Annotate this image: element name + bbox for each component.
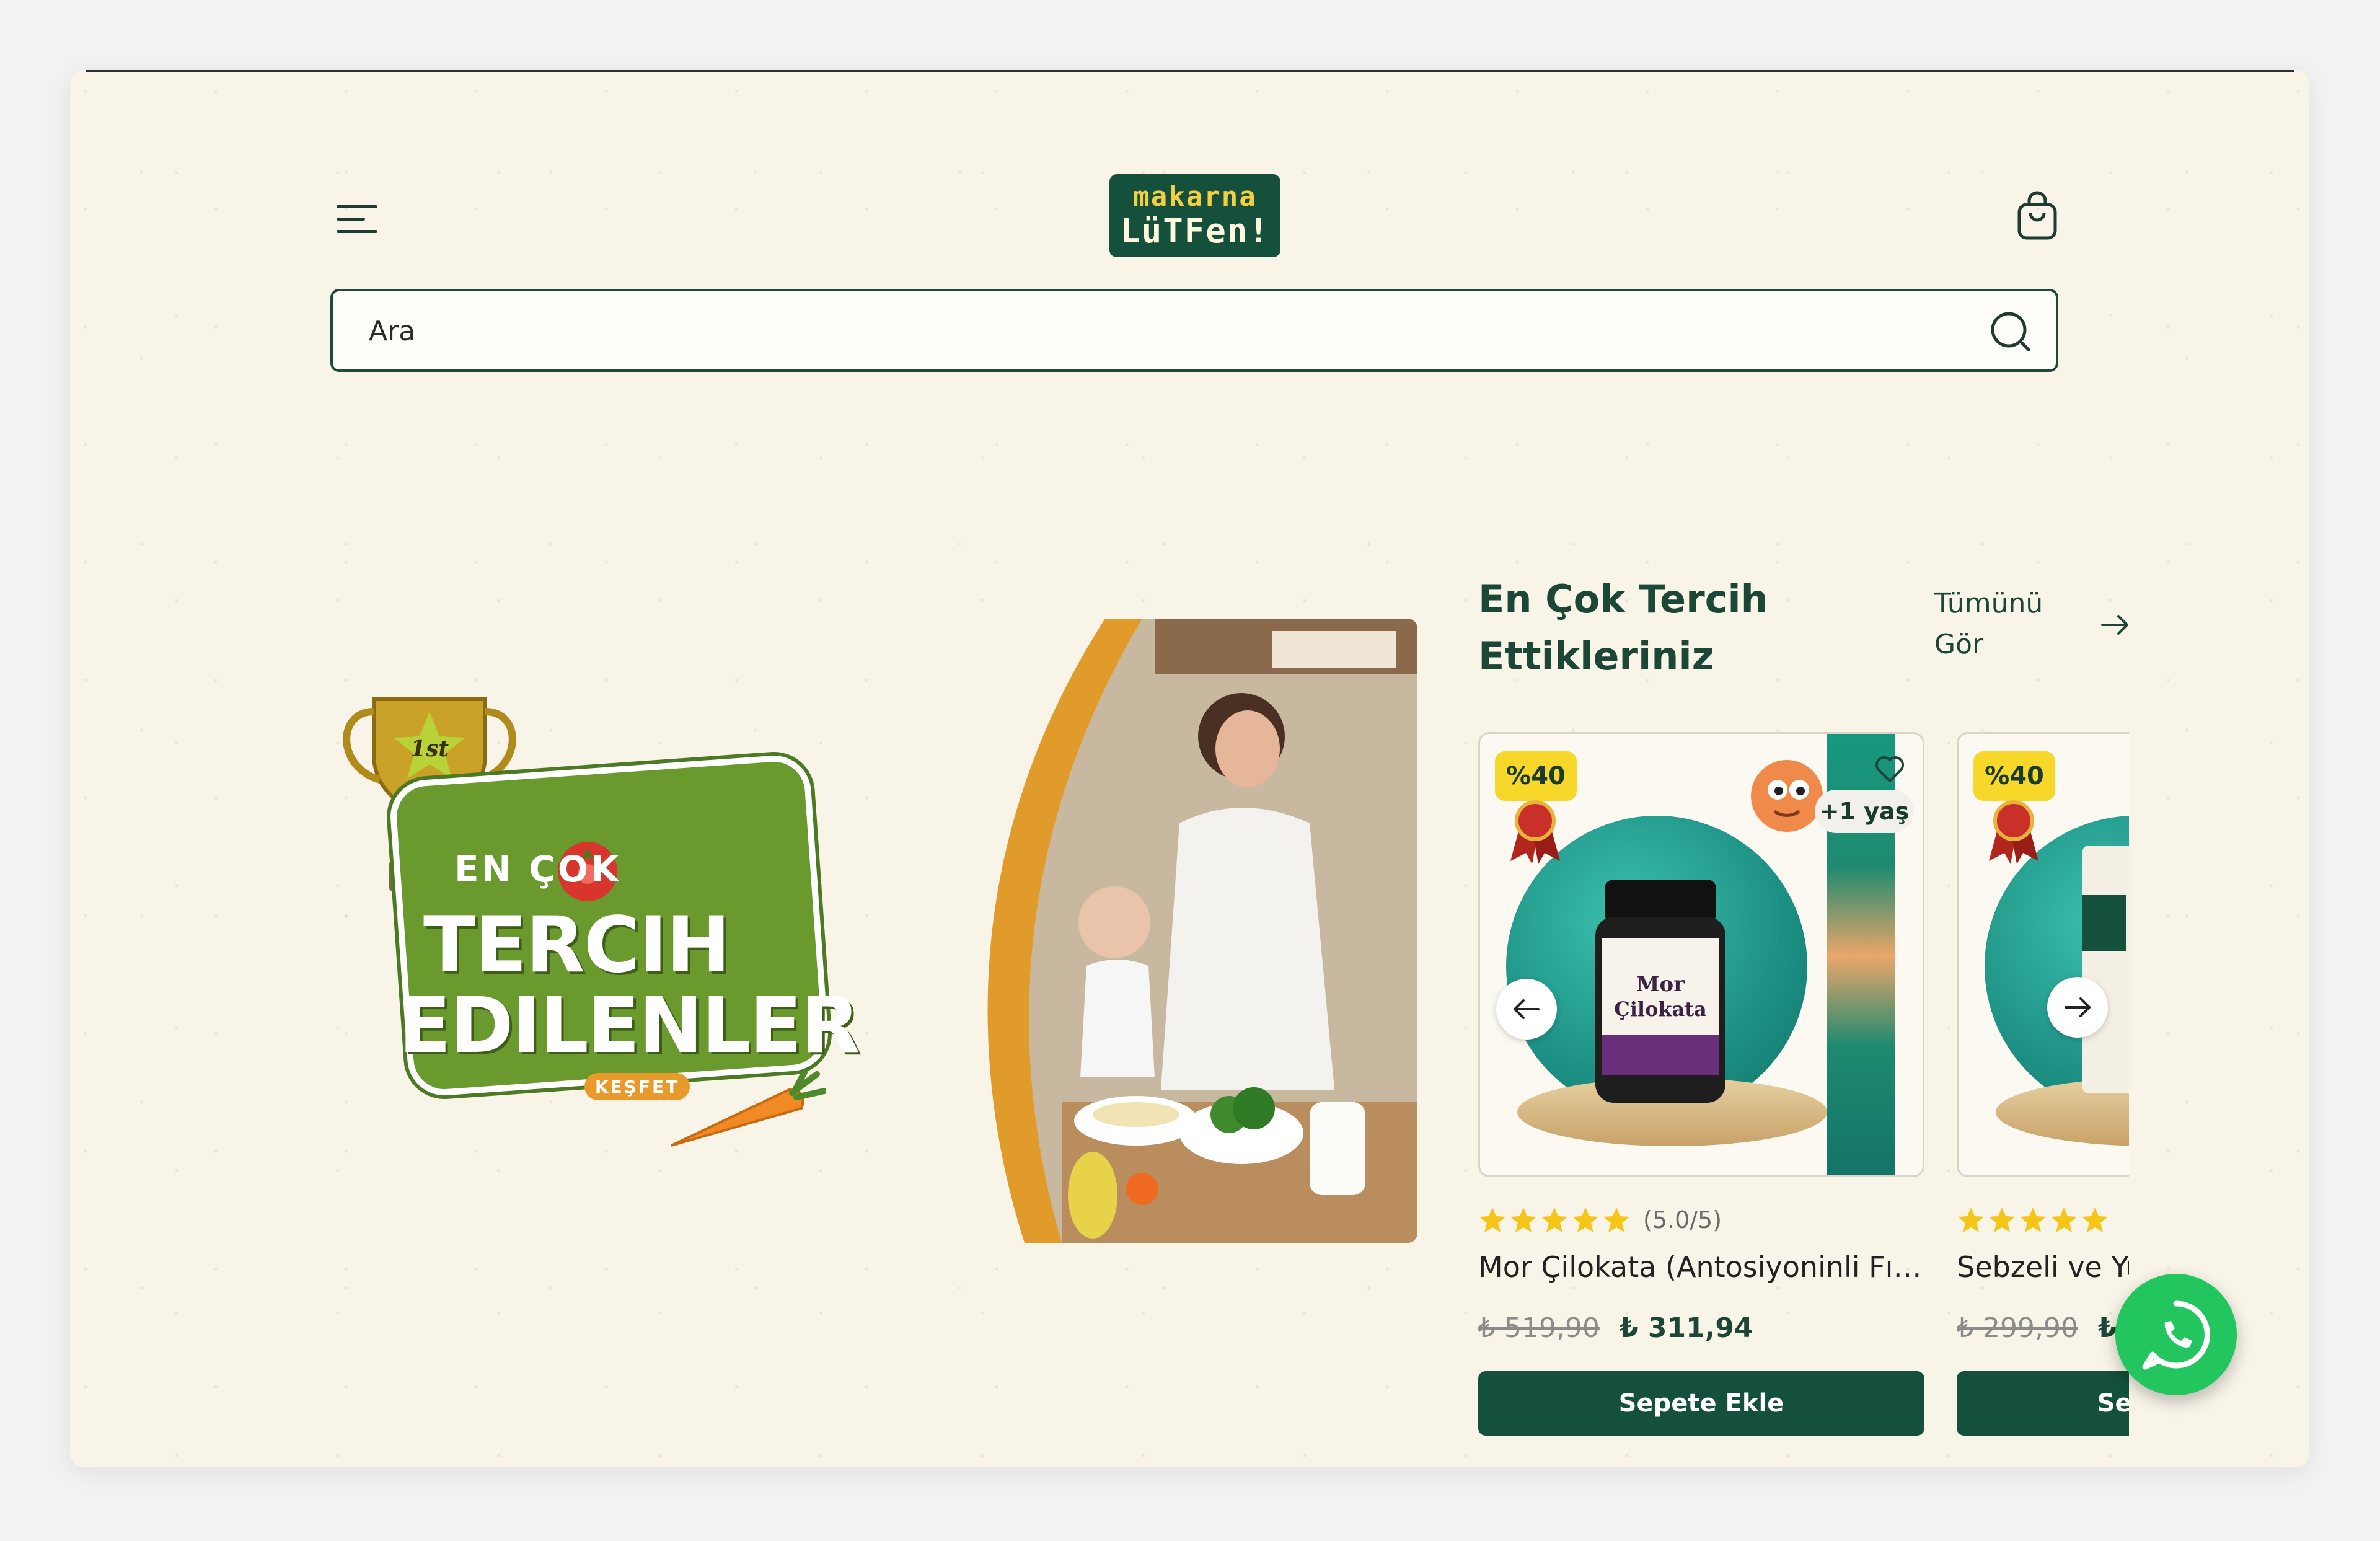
ribbon-icon bbox=[1510, 800, 1560, 864]
site-logo[interactable]: makarna LüTFen! bbox=[1109, 174, 1280, 257]
product-image[interactable]: %40 bbox=[1957, 732, 2129, 1177]
carousel-next-button[interactable] bbox=[2047, 977, 2108, 1038]
see-all-link[interactable]: Tümünü Gör bbox=[1934, 583, 2083, 665]
product-image[interactable]: Mor Çilokata +1 yaş %40 bbox=[1478, 732, 1924, 1177]
star-icon bbox=[1510, 1208, 1536, 1232]
banner-line-2: TERCIH bbox=[423, 901, 731, 990]
add-to-cart-button[interactable]: Sepete Ekle bbox=[1957, 1371, 2129, 1436]
carrot-icon bbox=[671, 1071, 826, 1147]
old-price: ₺ 519,90 bbox=[1478, 1312, 1600, 1344]
product-carousel: Mor Çilokata +1 yaş %40 (5.0/5) Mor Çilo… bbox=[1478, 732, 2129, 1451]
carousel-prev-button[interactable] bbox=[1496, 979, 1557, 1040]
trophy-text: 1st bbox=[410, 736, 449, 762]
whatsapp-icon bbox=[2142, 1300, 2210, 1370]
logo-line-2: LüTFen! bbox=[1120, 211, 1270, 250]
arrow-left-icon bbox=[1514, 999, 1540, 1019]
product-prices: ₺ 519,90 ₺ 311,94 bbox=[1478, 1312, 1924, 1344]
age-badge: +1 yaş bbox=[1815, 790, 1914, 833]
star-icon bbox=[2020, 1208, 2046, 1232]
product-jar: Mor Çilokata bbox=[1595, 880, 1726, 1103]
section-title-line-2: Ettikleriniz bbox=[1478, 634, 1714, 679]
cart-icon[interactable] bbox=[2016, 191, 2059, 242]
promo-banner[interactable]: 1st EN ÇOK TERCIH EDILENLER KEŞFET bbox=[330, 619, 1417, 1243]
discount-badge: %40 bbox=[1973, 751, 2055, 801]
search-icon[interactable] bbox=[1989, 310, 2032, 353]
product-rating: (5.0/5) bbox=[1478, 1204, 1924, 1235]
whatsapp-button[interactable] bbox=[2115, 1274, 2237, 1395]
star-icon bbox=[1958, 1208, 1984, 1232]
search-bar bbox=[330, 289, 2058, 372]
arrow-right-icon[interactable] bbox=[2100, 612, 2131, 637]
star-icon bbox=[1572, 1208, 1598, 1232]
star-icon bbox=[1541, 1208, 1567, 1232]
product-card[interactable]: %40 Sebzeli ve Yumurtalı ₺ 299,90 ₺ 1 Se… bbox=[1957, 732, 2129, 1436]
see-all-line-1: Tümünü bbox=[1934, 588, 2043, 619]
banner-line-1: EN ÇOK bbox=[454, 848, 622, 890]
product-prices: ₺ 299,90 ₺ 1 bbox=[1957, 1312, 2129, 1344]
heart-icon[interactable] bbox=[1874, 753, 1906, 785]
arrow-right-icon bbox=[2065, 997, 2091, 1017]
product-card[interactable]: Mor Çilokata +1 yaş %40 (5.0/5) Mor Çilo… bbox=[1478, 732, 1924, 1436]
mother-baby-photo bbox=[950, 619, 1417, 1243]
section-title: En Çok Tercih Ettikleriniz bbox=[1478, 571, 1788, 685]
star-icon bbox=[1603, 1208, 1629, 1232]
discount-badge: %40 bbox=[1495, 751, 1577, 801]
rating-text: (5.0/5) bbox=[1643, 1206, 1722, 1234]
new-price: ₺ 311,94 bbox=[1619, 1312, 1753, 1344]
product-name[interactable]: Sebzeli ve Yumurtalı bbox=[1957, 1250, 2129, 1284]
banner-line-3: EDILENLER bbox=[399, 981, 860, 1071]
star-icon bbox=[1989, 1208, 2015, 1232]
product-name[interactable]: Mor Çilokata (Antosiyoninli Fırın Kurusu… bbox=[1478, 1250, 1924, 1284]
logo-line-1: makarna bbox=[1133, 181, 1257, 213]
ribbon-icon bbox=[1989, 800, 2038, 864]
top-divider bbox=[86, 70, 2294, 72]
page-frame: makarna LüTFen! 1st EN ÇOK bbox=[70, 70, 2309, 1467]
svg-text:Mor: Mor bbox=[1636, 972, 1685, 997]
star-icon bbox=[2051, 1208, 2077, 1232]
section-title-line-1: En Çok Tercih bbox=[1478, 576, 1768, 622]
star-icon bbox=[2082, 1208, 2108, 1232]
add-to-cart-button[interactable]: Sepete Ekle bbox=[1478, 1371, 1924, 1436]
see-all-line-2: Gör bbox=[1934, 629, 1984, 660]
product-rating bbox=[1957, 1204, 2129, 1235]
menu-icon[interactable] bbox=[337, 200, 381, 237]
svg-text:Çilokata: Çilokata bbox=[1614, 997, 1707, 1021]
product-bag bbox=[2082, 846, 2129, 1093]
star-icon bbox=[1479, 1208, 1505, 1232]
old-price: ₺ 299,90 bbox=[1957, 1312, 2078, 1344]
search-input[interactable] bbox=[368, 291, 1919, 371]
